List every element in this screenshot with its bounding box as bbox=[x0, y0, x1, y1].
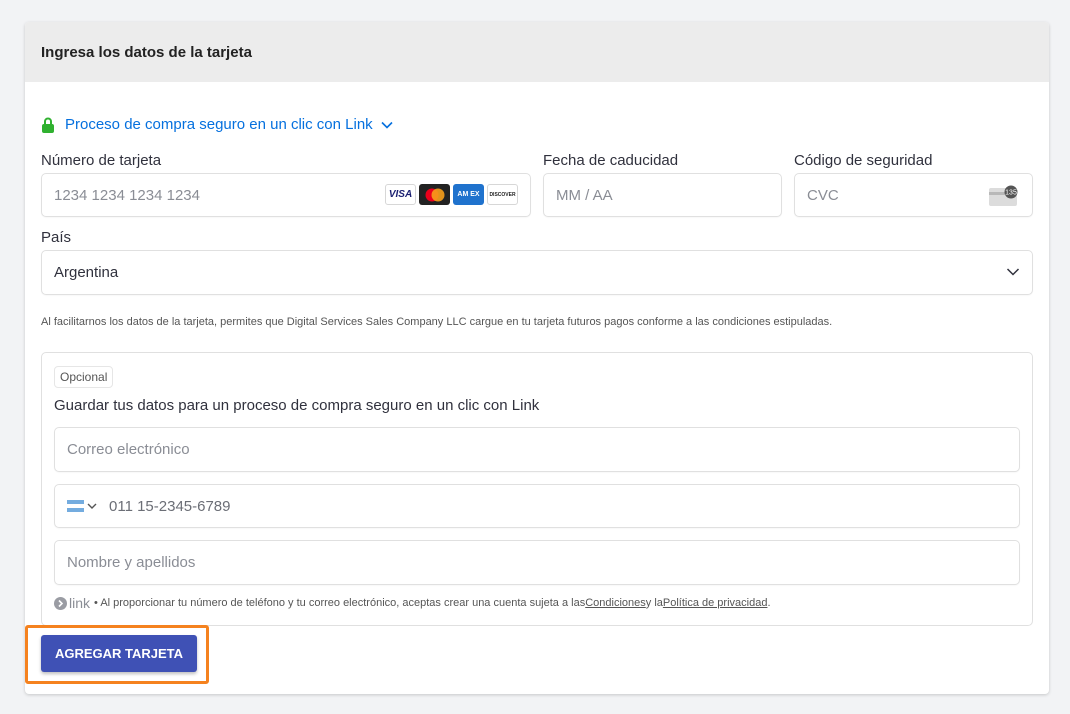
cvc-card-icon: 135 bbox=[989, 185, 1018, 206]
phone-placeholder: 011 15-2345-6789 bbox=[109, 497, 231, 515]
mastercard-icon bbox=[419, 184, 450, 205]
security-code-label: Código de seguridad bbox=[794, 152, 933, 169]
amex-icon: AM EX bbox=[453, 184, 484, 205]
card-brands: VISA AM EX DISCOVER bbox=[385, 184, 518, 205]
optional-badge: Opcional bbox=[54, 366, 114, 388]
card-header: Ingresa los datos de la tarjeta bbox=[25, 22, 1049, 82]
link-legal-text: link • Al proporcionar tu número de telé… bbox=[54, 595, 771, 611]
privacy-link[interactable]: Política de privacidad bbox=[663, 597, 768, 609]
country-label: País bbox=[41, 229, 72, 246]
submit-highlight: AGREGAR TARJETA bbox=[25, 625, 209, 684]
argentina-flag-icon bbox=[67, 500, 84, 512]
email-placeholder: Correo electrónico bbox=[67, 441, 190, 458]
link-arrow-icon bbox=[54, 596, 67, 610]
country-select[interactable]: Argentina bbox=[41, 250, 1033, 295]
link-promo-toggle[interactable]: Proceso de compra seguro en un clic con … bbox=[41, 116, 393, 133]
link-logo: link bbox=[54, 595, 90, 611]
security-code-placeholder: CVC bbox=[807, 186, 839, 204]
svg-text:135: 135 bbox=[1005, 190, 1017, 197]
full-name-placeholder: Nombre y apellidos bbox=[67, 554, 196, 571]
card-number-label: Número de tarjeta bbox=[41, 152, 162, 169]
expiry-label: Fecha de caducidad bbox=[543, 152, 679, 169]
page-title: Ingresa los datos de la tarjeta bbox=[41, 43, 252, 61]
payment-card-form: Ingresa los datos de la tarjeta Proceso … bbox=[25, 22, 1049, 694]
terms-link[interactable]: Condiciones bbox=[585, 597, 646, 609]
country-code-selector[interactable] bbox=[67, 500, 97, 512]
discover-icon: DISCOVER bbox=[487, 184, 518, 205]
link-save-section: Opcional Guardar tus datos para un proce… bbox=[41, 352, 1033, 626]
chevron-down-icon bbox=[381, 121, 393, 129]
link-promo-label: Proceso de compra seguro en un clic con … bbox=[65, 116, 373, 133]
phone-input[interactable]: 011 15-2345-6789 bbox=[54, 484, 1020, 528]
add-card-button[interactable]: AGREGAR TARJETA bbox=[41, 635, 197, 672]
chevron-down-icon bbox=[87, 503, 97, 509]
email-input[interactable]: Correo electrónico bbox=[54, 427, 1020, 472]
card-number-input[interactable]: 1234 1234 1234 1234 VISA AM EX DISCOVER bbox=[41, 173, 531, 217]
consent-text: Al facilitarnos los datos de la tarjeta,… bbox=[41, 316, 833, 328]
country-value: Argentina bbox=[54, 264, 119, 281]
lock-icon bbox=[42, 117, 54, 133]
security-code-input[interactable]: CVC 135 bbox=[794, 173, 1033, 217]
chevron-down-icon bbox=[1006, 268, 1020, 276]
save-details-text: Guardar tus datos para un proceso de com… bbox=[54, 397, 540, 414]
expiry-placeholder: MM / AA bbox=[556, 186, 613, 204]
visa-icon: VISA bbox=[385, 184, 416, 205]
expiry-input[interactable]: MM / AA bbox=[543, 173, 782, 217]
card-number-placeholder: 1234 1234 1234 1234 bbox=[54, 186, 200, 204]
full-name-input[interactable]: Nombre y apellidos bbox=[54, 540, 1020, 585]
